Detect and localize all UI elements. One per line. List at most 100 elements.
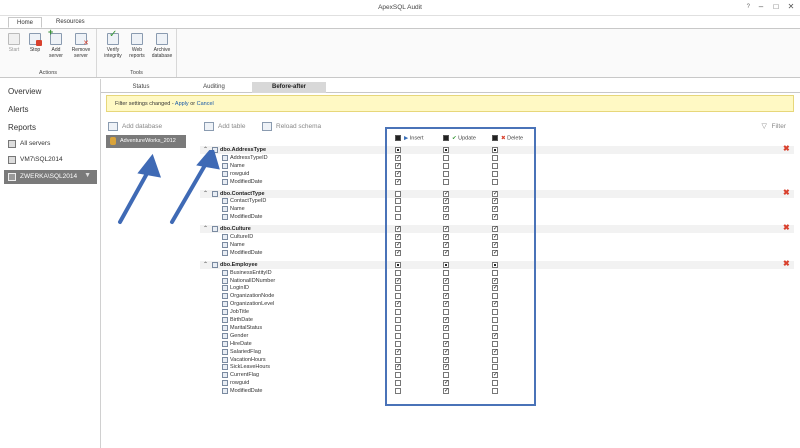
column-name: SickLeaveHours [230, 364, 271, 371]
stop-button[interactable]: Stop [24, 33, 46, 53]
table-name: dbo.AddressType [220, 147, 267, 153]
server-group-icon [8, 140, 16, 148]
column-name: SalariedFlag [230, 348, 261, 355]
table-name: dbo.Employee [220, 261, 258, 268]
column-icon [222, 364, 228, 371]
column-name: BirthDate [230, 317, 253, 323]
column-icon [222, 301, 228, 308]
left-nav: Overview Alerts Reports All servers VM7\… [0, 79, 101, 448]
arrowhead-database [137, 153, 162, 178]
column-name: VacationHours [230, 356, 266, 363]
actions-group: Start Stop Add server Remove server Acti… [0, 29, 97, 77]
annotation-arrows [118, 150, 220, 224]
column-icon [222, 372, 228, 379]
stop-icon [29, 33, 42, 46]
column-icon [222, 269, 228, 276]
verify-icon [107, 32, 119, 45]
column-icon [222, 249, 228, 256]
column-icon [222, 388, 228, 395]
column-name: CultureID [230, 234, 254, 240]
column-name: MaritalStatus [230, 324, 263, 331]
column-icon [222, 317, 228, 323]
column-icon [222, 162, 228, 169]
column-name: rowguid [230, 380, 250, 387]
column-name: ModifiedDate [230, 388, 263, 395]
remove-server-icon [75, 33, 89, 47]
column-name: ModifiedDate [230, 249, 263, 256]
ribbon: Start Stop Add server Remove server Acti… [0, 28, 800, 78]
add-server-button[interactable]: Add server [45, 29, 67, 59]
cancel-link[interactable]: Cancel [197, 101, 214, 107]
maximize-button[interactable]: □ [769, 2, 783, 11]
tab-status[interactable]: Status [106, 82, 176, 93]
column-icon [222, 324, 228, 331]
web-reports-button[interactable]: Web reports [126, 33, 148, 59]
tab-auditing[interactable]: Auditing [179, 82, 249, 93]
column-name: HireDate [230, 340, 252, 347]
web-reports-icon [131, 33, 143, 45]
column-name: Name [230, 162, 245, 169]
verify-integrity-button[interactable]: Verify integrity [101, 32, 125, 59]
remove-table-icon[interactable]: ✖ [783, 224, 790, 232]
column-name: LoginID [230, 285, 249, 292]
remove-table-icon[interactable]: ✖ [783, 145, 790, 153]
minimize-button[interactable]: – [754, 2, 768, 11]
server-item-zwerka[interactable]: ZWERKA\SQL2014 ▼ [4, 170, 97, 184]
operation-columns-highlight [385, 127, 536, 406]
reload-schema-button[interactable]: Reload schema [262, 122, 321, 131]
archive-database-button[interactable]: Archive database [149, 33, 175, 59]
start-button[interactable]: Start [3, 33, 25, 53]
arrow-to-add-table [170, 158, 210, 224]
remove-server-button[interactable]: Remove server [68, 33, 94, 59]
play-icon [8, 33, 20, 45]
column-icon [222, 154, 228, 161]
column-name: rowguid [230, 170, 250, 177]
close-button[interactable]: ✕ [784, 2, 798, 11]
ribbon-tabs: Home Resources [0, 16, 800, 28]
column-name: ModifiedDate [230, 178, 263, 185]
nav-overview[interactable]: Overview [8, 87, 41, 96]
database-item[interactable]: AdventureWorks_2012 [106, 135, 186, 148]
archive-icon [156, 33, 168, 45]
column-name: Gender [230, 332, 249, 339]
server-item-vm7[interactable]: VM7\SQL2014 [4, 153, 97, 167]
column-icon [222, 380, 228, 387]
add-database-button[interactable]: Add database [108, 122, 162, 131]
column-icon [222, 277, 228, 284]
column-icon [222, 356, 228, 363]
database-icon [110, 137, 116, 145]
filter-changed-banner: Filter settings changed - Apply or Cance… [106, 95, 794, 112]
filter-button[interactable]: Filter [762, 122, 786, 130]
remove-table-icon[interactable]: ✖ [783, 259, 790, 268]
add-table-button[interactable]: Add table [204, 122, 245, 131]
table-name: dbo.ContactType [220, 190, 265, 197]
column-name: CurrentFlag [230, 372, 260, 379]
tab-home[interactable]: Home [8, 17, 43, 28]
tab-resources[interactable]: Resources [48, 17, 93, 28]
column-icon [222, 340, 228, 347]
window-title: ApexSQL Audit [378, 4, 422, 11]
column-icon [222, 214, 228, 221]
server-icon [8, 173, 16, 181]
tools-label: Tools [130, 70, 143, 76]
all-servers-item[interactable]: All servers [4, 137, 97, 151]
nav-reports[interactable]: Reports [8, 123, 36, 132]
column-name: Name [230, 241, 245, 248]
remove-table-icon[interactable]: ✖ [783, 188, 790, 197]
column-icon [222, 206, 228, 213]
column-icon [222, 293, 228, 300]
add-database-icon [108, 122, 118, 131]
column-name: BusinessEntityID [230, 269, 272, 276]
help-icon[interactable]: ? [747, 4, 750, 10]
nav-alerts[interactable]: Alerts [8, 105, 28, 114]
column-icon [222, 170, 228, 177]
collapse-icon[interactable]: ⌃ [203, 261, 208, 269]
table-name: dbo.Culture [220, 226, 251, 233]
filter-icon: ▼ [84, 172, 91, 179]
tab-before-after[interactable]: Before-after [252, 82, 326, 93]
column-icon [222, 178, 228, 185]
column-icon [222, 332, 228, 339]
apply-link[interactable]: Apply [175, 101, 189, 107]
column-name: ModifiedDate [230, 214, 263, 221]
add-table-icon [204, 122, 214, 131]
